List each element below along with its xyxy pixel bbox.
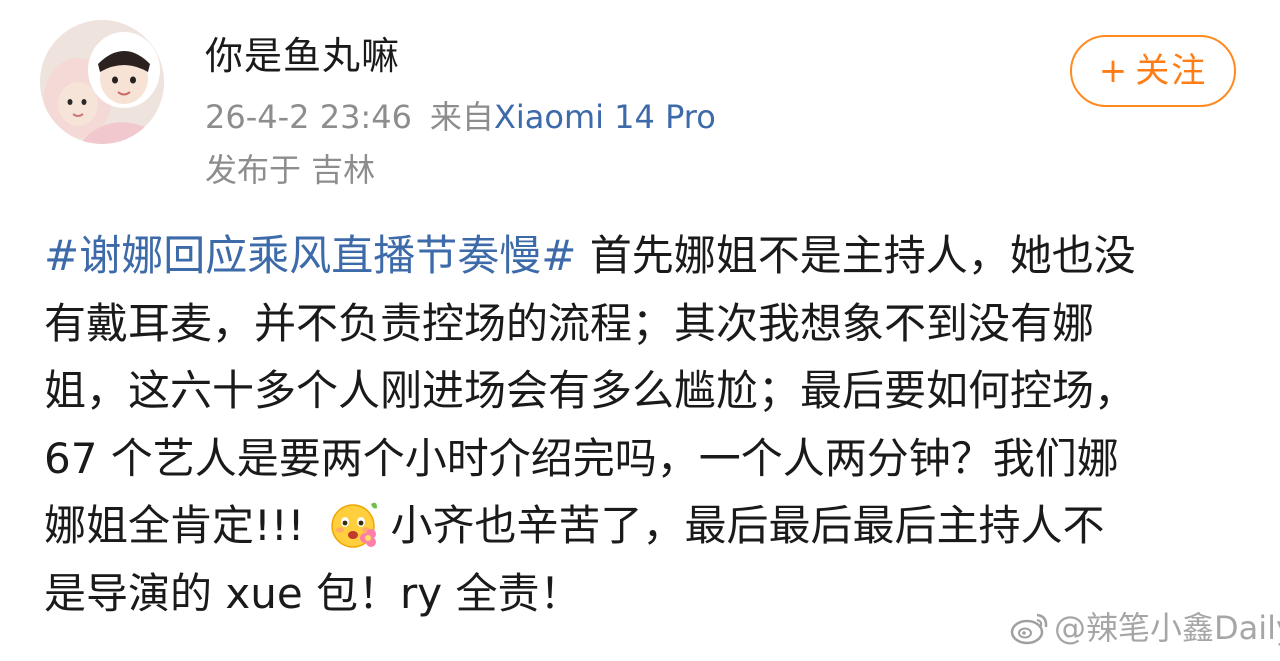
watermark-text: @辣笔小鑫Daily	[1054, 609, 1280, 647]
weibo-logo-icon	[1010, 611, 1050, 645]
post-line: 有戴耳麦，并不负责控场的流程；其次我想象不到没有娜	[44, 298, 1095, 348]
post-timestamp: 26-4-2 23:46	[205, 98, 412, 136]
post-text-segment: 首先娜姐不是主持人，她也没	[576, 231, 1136, 280]
post-line: #谢娜回应乘风直播节奏慢# 首先娜姐不是主持人，她也没	[44, 222, 1244, 290]
post-line: 姐，这六十多个人刚进场会有多么尴尬；最后要如何控场，	[44, 366, 1137, 415]
post-text-segment: 小齐也辛苦了，最后最后最后主持人不	[390, 501, 1105, 550]
device-source[interactable]: Xiaomi 14 Pro	[494, 98, 716, 136]
follow-button[interactable]: + 关注	[1070, 35, 1236, 107]
source-prefix: 来自	[429, 98, 494, 136]
post-meta: 26-4-2 23:46 来自Xiaomi 14 Pro	[205, 97, 716, 137]
watermark: @辣笔小鑫Daily	[1010, 606, 1280, 650]
flower-smile-emoji-icon	[327, 498, 379, 550]
follow-label: 关注	[1135, 51, 1208, 91]
avatar[interactable]	[40, 20, 164, 144]
author-name[interactable]: 你是鱼丸嘛	[205, 32, 400, 80]
weibo-post-card: 你是鱼丸嘛 26-4-2 23:46 来自Xiaomi 14 Pro 发布于 吉林…	[0, 0, 1280, 661]
post-location: 发布于 吉林	[205, 151, 376, 189]
post-text-segment: 娜姐全肯定!!!	[44, 501, 305, 550]
post-text: #谢娜回应乘风直播节奏慢# 首先娜姐不是主持人，她也没 有戴耳麦，并不负责控场的…	[44, 222, 1244, 627]
post-line: 娜姐全肯定!!! 小齐也辛苦了，最后最后最后主持人不	[44, 492, 1244, 560]
post-line: 67 个艺人是要两个小时介绍完吗，一个人两分钟？我们娜	[44, 433, 1119, 483]
topic-hashtag-link[interactable]: #谢娜回应乘风直播节奏慢#	[44, 231, 576, 280]
plus-icon: +	[1098, 51, 1130, 91]
